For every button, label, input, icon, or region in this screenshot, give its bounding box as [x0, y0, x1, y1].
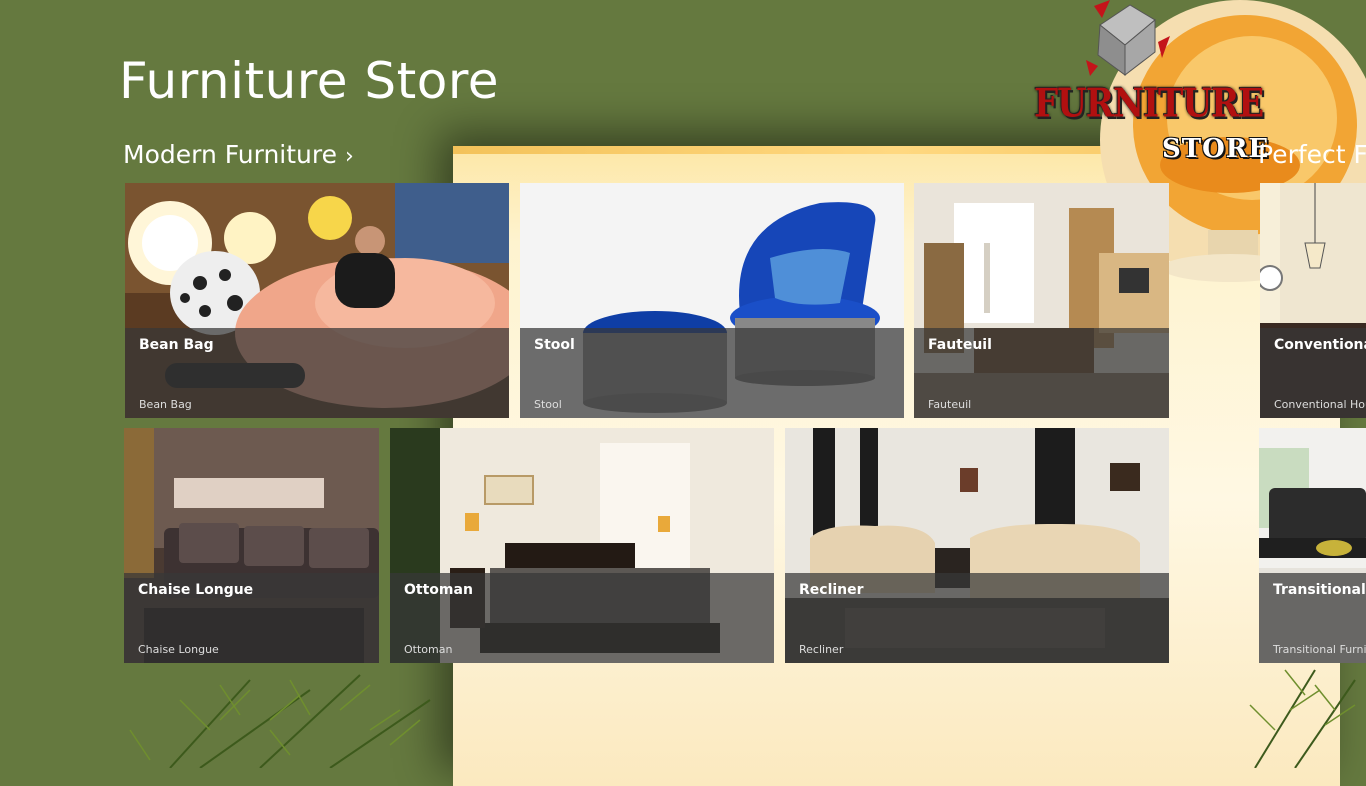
pine-branch-decoration	[129, 674, 431, 768]
tile-recliner[interactable]: Recliner Recliner	[785, 428, 1169, 663]
tile-subtitle: Bean Bag	[139, 398, 192, 411]
tile-ottoman[interactable]: Ottoman Ottoman	[390, 428, 774, 663]
group-header-label: Perfect Fu	[1258, 140, 1366, 169]
tile-fauteuil[interactable]: Fauteuil Fauteuil	[914, 183, 1169, 418]
pine-branch-decoration-right	[1249, 669, 1356, 768]
chevron-right-icon: ›	[345, 144, 354, 169]
app-title: Furniture Store	[119, 52, 500, 110]
tile-title: Fauteuil	[928, 337, 992, 353]
tile-subtitle: Conventional Hou	[1274, 398, 1366, 411]
tile-title: Stool	[534, 337, 575, 353]
tile-caption-overlay	[520, 328, 904, 418]
logo-subtitle: STORE	[1162, 134, 1270, 164]
tile-stool[interactable]: Stool Stool	[520, 183, 904, 418]
tile-subtitle: Stool	[534, 398, 562, 411]
tile-subtitle: Transitional Furnit	[1273, 643, 1366, 656]
tile-subtitle: Fauteuil	[928, 398, 972, 411]
tile-chaise-longue[interactable]: Chaise Longue Chaise Longue	[124, 428, 379, 663]
tile-transitional[interactable]: Transitional Fu Transitional Furnit	[1259, 428, 1366, 663]
tile-subtitle: Ottoman	[404, 643, 453, 656]
tile-conventional[interactable]: Conventional Conventional Hou	[1260, 183, 1366, 418]
tile-title: Chaise Longue	[138, 582, 254, 598]
group-header-perfect-furniture[interactable]: Perfect Fu	[1258, 140, 1366, 169]
tile-subtitle: Chaise Longue	[138, 643, 219, 656]
tile-subtitle: Recliner	[799, 643, 844, 656]
tile-title: Recliner	[799, 582, 864, 598]
tile-title: Bean Bag	[139, 337, 214, 353]
group-header-modern-furniture[interactable]: Modern Furniture ›	[123, 140, 354, 169]
tile-title: Ottoman	[404, 582, 473, 598]
tile-title: Conventional	[1274, 337, 1366, 353]
tile-title: Transitional Fu	[1273, 582, 1366, 598]
logo-wordmark: FURNITURE	[1034, 81, 1264, 127]
group-header-label: Modern Furniture	[123, 140, 337, 169]
tile-bean-bag[interactable]: Bean Bag Bean Bag	[125, 183, 509, 418]
